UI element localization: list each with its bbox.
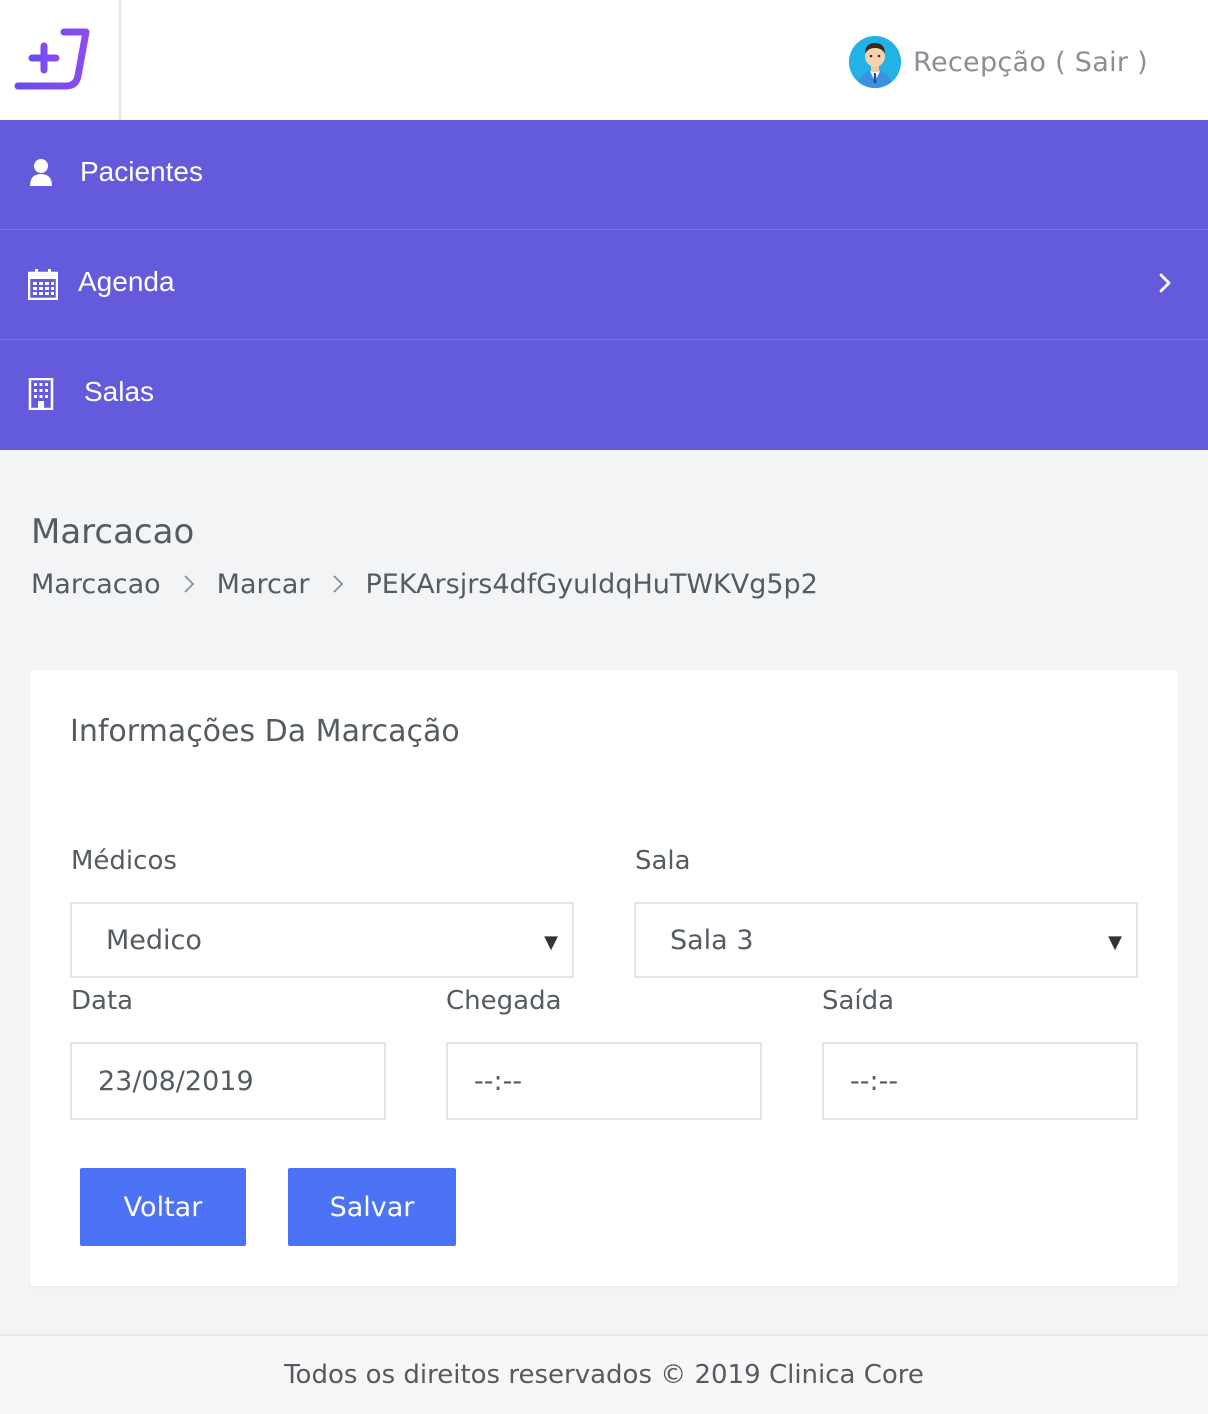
form-title: Informações Da Marcação <box>70 714 460 749</box>
breadcrumb-item-marcacao[interactable]: Marcacao <box>31 569 161 600</box>
breadcrumb-item-id: PEKArsjrs4dfGyuIdqHuTWKVg5p2 <box>365 568 818 600</box>
medicos-select[interactable]: Medico ▼ <box>70 902 574 978</box>
medicos-label: Médicos <box>71 846 177 876</box>
sala-selected-value: Sala 3 <box>670 924 754 956</box>
logo[interactable] <box>0 0 121 120</box>
nav-label-salas: Salas <box>84 376 155 407</box>
sala-label: Sala <box>635 846 691 876</box>
chegada-label: Chegada <box>446 986 562 1016</box>
chevron-right-icon <box>1158 272 1172 298</box>
footer: Todos os direitos reservados © 2019 Clin… <box>0 1334 1208 1414</box>
main-nav: Pacientes Agenda Salas <box>0 120 1208 450</box>
chegada-time-input[interactable]: --:-- <box>446 1042 762 1120</box>
clinic-logo-icon <box>14 28 90 90</box>
caret-down-icon: ▼ <box>544 932 558 953</box>
caret-down-icon: ▼ <box>1108 932 1122 953</box>
breadcrumb: Marcacao Marcar PEKArsjrs4dfGyuIdqHuTWKV… <box>31 566 818 602</box>
nav-label-pacientes: Pacientes <box>80 156 203 187</box>
nav-item-agenda[interactable]: Agenda <box>0 230 1208 340</box>
medicos-selected-value: Medico <box>106 924 202 956</box>
avatar <box>849 36 902 88</box>
chevron-right-icon <box>332 574 344 594</box>
data-input-value: 23/08/2019 <box>98 1065 254 1097</box>
user-icon <box>28 158 58 190</box>
appointment-form-card: Informações Da Marcação Médicos Medico ▼… <box>30 670 1178 1286</box>
calendar-icon <box>27 268 59 301</box>
nav-item-pacientes[interactable]: Pacientes <box>0 120 1208 230</box>
data-input[interactable]: 23/08/2019 <box>70 1042 386 1120</box>
breadcrumb-item-marcar[interactable]: Marcar <box>217 569 310 600</box>
footer-copyright: Todos os direitos reservados © 2019 Clin… <box>284 1360 924 1390</box>
user-logout-label[interactable]: Recepção ( Sair ) <box>913 47 1148 78</box>
chegada-input-value: --:-- <box>474 1065 523 1097</box>
saida-label: Saída <box>822 986 895 1016</box>
save-button[interactable]: Salvar <box>288 1168 456 1246</box>
nav-item-salas[interactable]: Salas <box>0 340 1208 450</box>
chevron-right-icon <box>183 574 195 594</box>
page-title: Marcacao <box>31 512 195 552</box>
sala-select[interactable]: Sala 3 ▼ <box>634 902 1138 978</box>
data-label: Data <box>71 986 134 1016</box>
saida-input-value: --:-- <box>850 1065 899 1097</box>
top-header: Recepção ( Sair ) <box>0 0 1208 120</box>
back-button[interactable]: Voltar <box>80 1168 246 1246</box>
saida-time-input[interactable]: --:-- <box>822 1042 1138 1120</box>
user-menu[interactable]: Recepção ( Sair ) <box>849 35 1148 89</box>
building-icon <box>28 377 58 411</box>
nav-label-agenda: Agenda <box>78 266 175 297</box>
